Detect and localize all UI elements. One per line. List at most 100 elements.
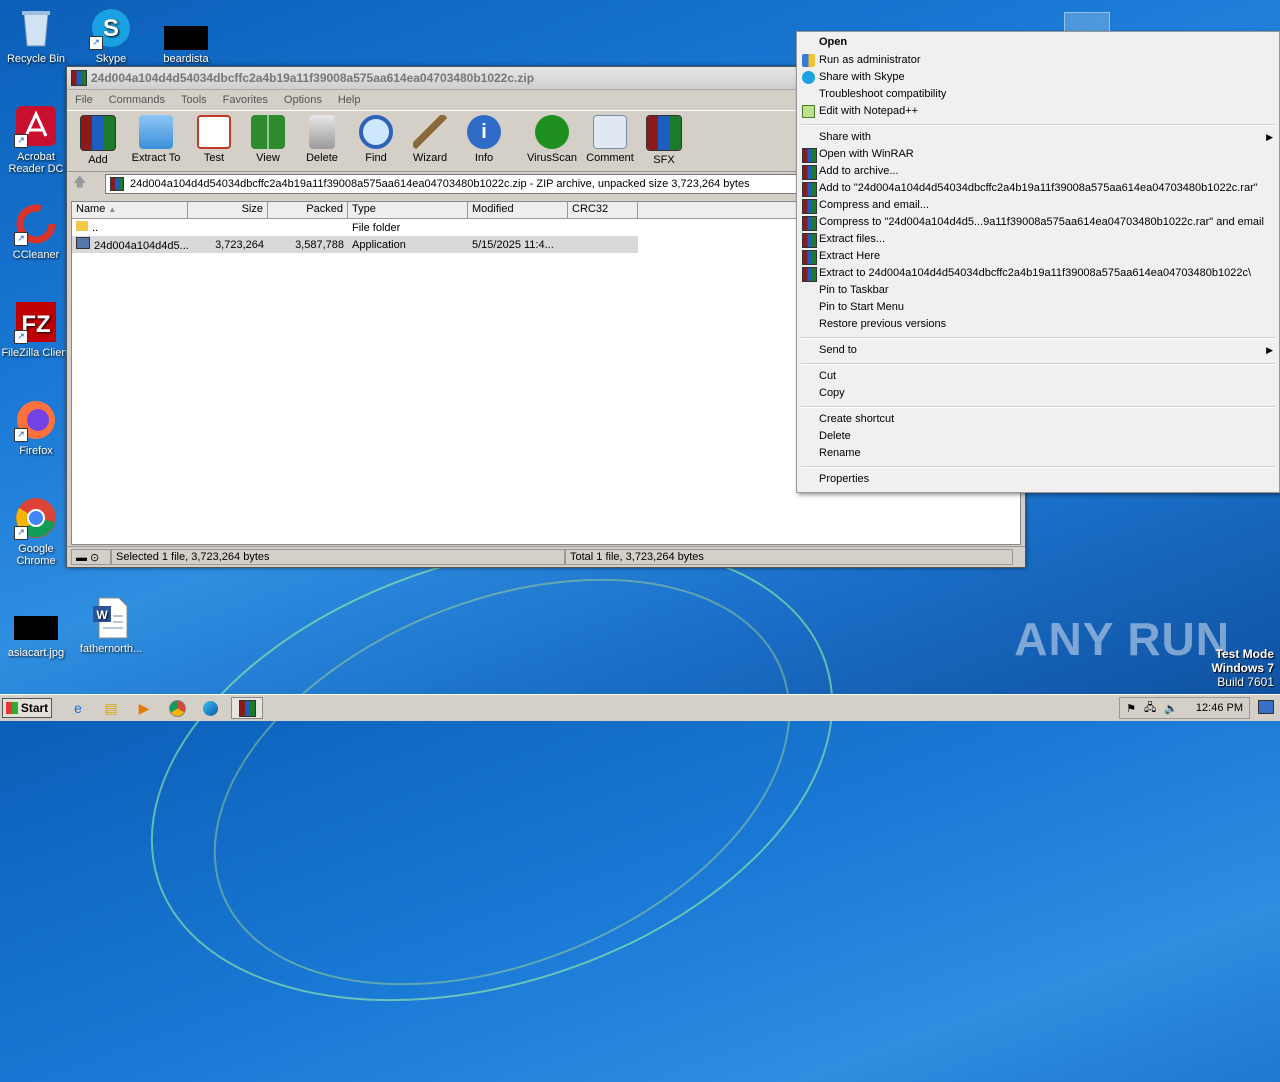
desktop-icon-asiacart[interactable]: asiacart.jpg bbox=[0, 600, 72, 659]
column-modified[interactable]: Modified bbox=[468, 202, 568, 218]
desktop-icon-firefox[interactable]: ↗ Firefox bbox=[0, 398, 72, 457]
skype-icon bbox=[802, 71, 815, 84]
menu-item-restore-versions[interactable]: Restore previous versions bbox=[797, 316, 1279, 333]
toolbar-label: Info bbox=[474, 152, 494, 164]
menu-options[interactable]: Options bbox=[276, 94, 330, 106]
menu-item-add-to-archive[interactable]: Add to archive... bbox=[797, 163, 1279, 180]
desktop-icon-label: Acrobat Reader DC bbox=[8, 151, 64, 175]
menu-tools[interactable]: Tools bbox=[173, 94, 215, 106]
desktop-icon-label: Skype bbox=[95, 53, 127, 65]
desktop-icon-label: CCleaner bbox=[12, 249, 60, 261]
menu-item-compress-to-rar-email[interactable]: Compress to "24d004a104d4d5...9a11f39008… bbox=[797, 214, 1279, 231]
flag-icon[interactable]: ⚑ bbox=[1126, 702, 1136, 715]
start-button[interactable]: Start bbox=[2, 698, 52, 718]
menu-file[interactable]: File bbox=[67, 94, 101, 106]
shortcut-arrow-icon: ↗ bbox=[14, 134, 28, 148]
test-mode-notice: Test Mode Windows 7 Build 7601 bbox=[1211, 647, 1274, 689]
menu-item-edit-notepadpp[interactable]: Edit with Notepad++ bbox=[797, 103, 1279, 120]
add-button[interactable]: Add bbox=[71, 111, 125, 166]
menu-item-share-skype[interactable]: Share with Skype bbox=[797, 69, 1279, 86]
menu-item-extract-here[interactable]: Extract Here bbox=[797, 248, 1279, 265]
svg-text:W: W bbox=[96, 608, 108, 622]
media-player-icon[interactable]: ▶ bbox=[132, 698, 156, 718]
virusscan-button[interactable]: VirusScan bbox=[521, 111, 583, 164]
menu-favorites[interactable]: Favorites bbox=[215, 94, 276, 106]
menu-item-extract-files[interactable]: Extract files... bbox=[797, 231, 1279, 248]
file-icon bbox=[164, 6, 208, 50]
system-tray: ⚑ 🖧 🔈 12:46 PM bbox=[1119, 697, 1250, 719]
desktop-icon-label: Firefox bbox=[19, 445, 53, 457]
menu-item-create-shortcut[interactable]: Create shortcut bbox=[797, 411, 1279, 428]
sfx-button[interactable]: SFX bbox=[637, 111, 691, 166]
menu-item-rename[interactable]: Rename bbox=[797, 445, 1279, 462]
find-button[interactable]: Find bbox=[349, 111, 403, 164]
table-row[interactable]: 24d004a104d4d5... 3,723,264 3,587,788 Ap… bbox=[72, 236, 638, 253]
ie-icon[interactable]: e bbox=[66, 698, 90, 718]
wizard-button[interactable]: Wizard bbox=[403, 111, 457, 164]
comment-button[interactable]: Comment bbox=[583, 111, 637, 164]
desktop-icon-recycle-bin[interactable]: Recycle Bin bbox=[0, 6, 72, 65]
delete-button[interactable]: Delete bbox=[295, 111, 349, 164]
volume-icon[interactable]: 🔈 bbox=[1164, 702, 1178, 715]
show-desktop-icon[interactable] bbox=[1258, 700, 1274, 714]
menu-item-send-to[interactable]: Send to ▶ bbox=[797, 342, 1279, 359]
menu-item-cut[interactable]: Cut bbox=[797, 368, 1279, 385]
clock[interactable]: 12:46 PM bbox=[1196, 702, 1243, 714]
chrome-icon: ↗ bbox=[14, 496, 58, 540]
shortcut-arrow-icon: ↗ bbox=[14, 330, 28, 344]
desktop-icon-acrobat[interactable]: ↗ Acrobat Reader DC bbox=[0, 104, 72, 175]
menu-item-extract-to-folder[interactable]: Extract to 24d004a104d4d54034dbcffc2a4b1… bbox=[797, 265, 1279, 282]
menu-item-pin-taskbar[interactable]: Pin to Taskbar bbox=[797, 282, 1279, 299]
menu-item-troubleshoot[interactable]: Troubleshoot compatibility bbox=[797, 86, 1279, 103]
test-mode-line: Build 7601 bbox=[1217, 675, 1274, 689]
desktop-icon-filezilla[interactable]: FZ ↗ FileZilla Client bbox=[0, 300, 72, 359]
menu-item-open[interactable]: Open bbox=[797, 34, 1279, 51]
info-icon: i bbox=[467, 115, 501, 149]
menu-item-copy[interactable]: Copy bbox=[797, 385, 1279, 402]
winrar-icon bbox=[802, 148, 817, 163]
up-arrow-icon[interactable]: 🡅 bbox=[73, 173, 105, 195]
menu-help[interactable]: Help bbox=[330, 94, 369, 106]
cell-packed: 3,587,788 bbox=[295, 238, 344, 251]
menu-item-share-with[interactable]: Share with ▶ bbox=[797, 129, 1279, 146]
comment-icon bbox=[593, 115, 627, 149]
test-button[interactable]: Test bbox=[187, 111, 241, 164]
column-crc32[interactable]: CRC32 bbox=[568, 202, 638, 218]
column-size[interactable]: Size bbox=[188, 202, 268, 218]
network-icon[interactable]: 🖧 bbox=[1144, 699, 1156, 718]
extract-to-button[interactable]: Extract To bbox=[125, 111, 187, 164]
explorer-folder-icon[interactable]: ▤ bbox=[99, 698, 123, 718]
menu-item-open-winrar[interactable]: Open with WinRAR bbox=[797, 146, 1279, 163]
skype-icon: S ↗ bbox=[89, 6, 133, 50]
info-button[interactable]: i Info bbox=[457, 111, 511, 164]
menu-item-compress-email[interactable]: Compress and email... bbox=[797, 197, 1279, 214]
shortcut-arrow-icon: ↗ bbox=[14, 428, 28, 442]
column-type[interactable]: Type bbox=[348, 202, 468, 218]
menu-item-pin-start[interactable]: Pin to Start Menu bbox=[797, 299, 1279, 316]
sort-arrow-icon: ▲ bbox=[108, 205, 117, 214]
desktop-icon-ccleaner[interactable]: ↗ CCleaner bbox=[0, 202, 72, 261]
menu-separator bbox=[801, 406, 1275, 408]
menu-commands[interactable]: Commands bbox=[101, 94, 173, 106]
book-icon bbox=[251, 115, 285, 149]
view-button[interactable]: View bbox=[241, 111, 295, 164]
menu-item-properties[interactable]: Properties bbox=[797, 471, 1279, 488]
status-bar: ▬ ⊙ Selected 1 file, 3,723,264 bytes Tot… bbox=[67, 546, 1025, 567]
desktop-icon-skype[interactable]: S ↗ Skype bbox=[75, 6, 147, 65]
windows-logo-icon bbox=[5, 702, 18, 714]
desktop-icon-chrome[interactable]: ↗ Google Chrome bbox=[0, 496, 72, 567]
test-mode-line: Windows 7 bbox=[1211, 661, 1274, 675]
menu-item-add-to-rar[interactable]: Add to "24d004a104d4d54034dbcffc2a4b19a1… bbox=[797, 180, 1279, 197]
menu-item-run-as-admin[interactable]: Run as administrator bbox=[797, 52, 1279, 69]
cell-name: .. bbox=[92, 222, 99, 234]
edge-icon[interactable] bbox=[198, 698, 222, 718]
column-packed[interactable]: Packed bbox=[268, 202, 348, 218]
toolbar-label: Wizard bbox=[412, 152, 448, 164]
desktop-icon-word-doc[interactable]: W fathernorth... bbox=[75, 596, 147, 655]
desktop-icon-beardista[interactable]: beardista bbox=[150, 6, 222, 65]
menu-item-delete[interactable]: Delete bbox=[797, 428, 1279, 445]
winrar-taskbar-button[interactable] bbox=[231, 697, 263, 719]
column-name[interactable]: Name ▲ bbox=[72, 202, 188, 218]
chrome-taskbar-icon[interactable] bbox=[165, 698, 189, 718]
desktop-icon-label: FileZilla Client bbox=[1, 347, 71, 359]
